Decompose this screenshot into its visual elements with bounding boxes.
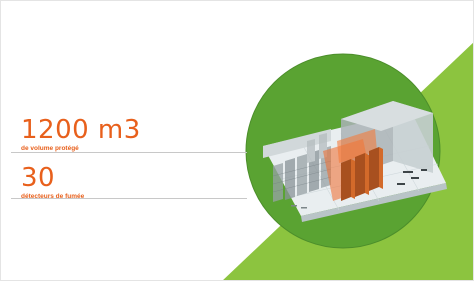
stat-detectors-value: 30 — [21, 163, 56, 193]
stat-detectors: 30 détecteurs de fumée — [21, 165, 84, 200]
stat-volume-value: 1200 m3 — [21, 115, 141, 145]
stat-volume: 1200 m3 de volume protégé — [21, 117, 141, 152]
infographic-panel: 1200 m3 de volume protégé 30 détecteurs … — [0, 0, 474, 281]
stat-volume-label: de volume protégé — [21, 145, 79, 152]
divider-line — [11, 152, 247, 153]
divider-line — [11, 198, 247, 199]
